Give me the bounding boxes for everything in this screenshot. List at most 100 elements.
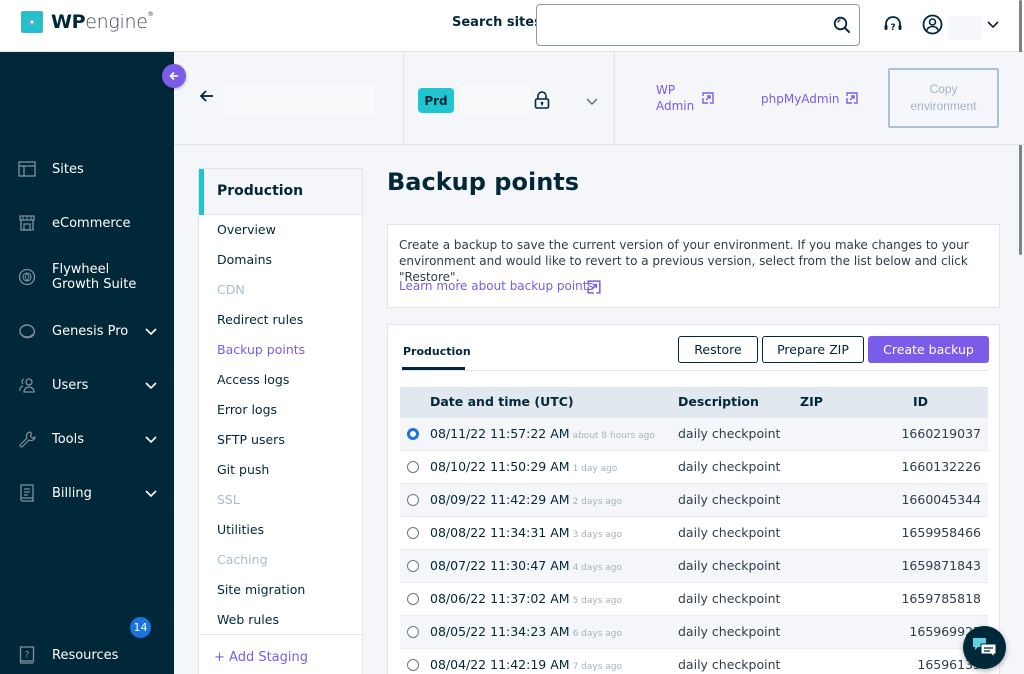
sidebar-item-label: eCommerce	[52, 215, 131, 231]
sidebar: Sites eCommerce Flywheel Growth Suite Gen…	[0, 52, 174, 674]
restore-button[interactable]: Restore	[678, 336, 758, 363]
add-staging-link[interactable]: + Add Staging	[214, 650, 308, 665]
chat-bubbles-icon	[972, 637, 996, 658]
table-row[interactable]: 08/05/22 11:34:23 AM 6 days ago daily chec…	[400, 615, 988, 648]
users-icon	[19, 378, 35, 393]
sidebar-item-users[interactable]: Users	[0, 365, 174, 405]
row-datetime: 08/06/22 11:37:02 AM 5 days ago	[430, 591, 623, 606]
row-relative-time: about 8 hours ago	[572, 431, 655, 441]
chevron-down-icon[interactable]	[144, 378, 158, 392]
external-link-icon	[702, 92, 714, 104]
page-title: Backup points	[387, 168, 580, 196]
sidebar-item-resources[interactable]: ? Resources	[0, 635, 174, 674]
book-help-icon: ?	[19, 646, 35, 664]
sidebar-item-sites[interactable]: Sites	[0, 149, 174, 189]
environment-switcher-chevron-icon[interactable]	[585, 94, 599, 108]
sidebar-item-flywheel-growth-suite[interactable]: Flywheel Growth Suite	[0, 257, 174, 297]
table-row[interactable]: 08/10/22 11:50:29 AM 1 day ago daily check…	[400, 450, 988, 483]
row-id: 1659958466	[901, 525, 981, 540]
tab-divider	[402, 370, 988, 371]
tab-production[interactable]: Production	[403, 345, 471, 358]
header-divider	[403, 52, 404, 145]
phpmyadmin-link[interactable]: phpMyAdmin	[761, 91, 840, 107]
table-row[interactable]: 08/04/22 11:42:19 AM 7 days ago daily chec…	[400, 648, 988, 674]
row-select-radio[interactable]	[407, 593, 419, 605]
row-id: 1660045344	[901, 492, 981, 507]
user-name-redacted	[948, 16, 982, 40]
subnav-heading-label: Production	[217, 183, 304, 199]
subnav-item-backup-points[interactable]: Backup points	[217, 342, 305, 357]
copy-environment-button[interactable]: Copy environment	[888, 68, 999, 128]
search-sites-field[interactable]	[536, 4, 860, 46]
table-header: Date and time (UTC) Description ZIP ID	[400, 387, 988, 417]
sidebar-item-ecommerce[interactable]: eCommerce	[0, 203, 174, 243]
subnav-item-error-logs[interactable]: Error logs	[217, 402, 277, 417]
row-select-radio[interactable]	[407, 428, 419, 440]
user-circle-icon[interactable]	[922, 14, 943, 35]
chevron-down-icon[interactable]	[986, 17, 1000, 31]
chevron-down-icon[interactable]	[144, 324, 158, 338]
row-relative-time: 2 days ago	[572, 497, 623, 507]
row-select-radio[interactable]	[407, 461, 419, 473]
chat-button[interactable]	[963, 626, 1006, 669]
search-icon[interactable]	[833, 16, 851, 34]
sidebar-item-genesis-pro[interactable]: Genesis Pro	[0, 311, 174, 351]
table-row[interactable]: 08/06/22 11:37:02 AM 5 days ago daily chec…	[400, 582, 988, 615]
logo-text: WPengine®	[51, 11, 154, 33]
table-row[interactable]: 08/09/22 11:42:29 AM 2 days ago daily chec…	[400, 483, 988, 516]
row-relative-time: 3 days ago	[572, 530, 623, 540]
row-relative-time: 4 days ago	[572, 563, 623, 573]
table-row[interactable]: 08/08/22 11:34:31 AM 3 days ago daily chec…	[400, 516, 988, 549]
back-arrow-icon[interactable]	[199, 88, 215, 104]
row-id: 1659871843	[901, 558, 981, 573]
chevron-down-icon[interactable]	[144, 486, 158, 500]
subnav-item-domains[interactable]: Domains	[217, 252, 272, 267]
prepare-zip-button[interactable]: Prepare ZIP	[762, 336, 864, 363]
subnav-item-overview[interactable]: Overview	[217, 222, 276, 237]
svg-text:?: ?	[25, 651, 30, 661]
subnav-item-git-push[interactable]: Git push	[217, 462, 269, 477]
row-description: daily checkpoint	[678, 624, 781, 639]
row-id: 1660219037	[901, 426, 981, 441]
store-icon	[19, 215, 35, 231]
row-relative-time: 1 day ago	[572, 464, 618, 474]
row-select-radio[interactable]	[407, 527, 419, 539]
help-headset-icon[interactable]: ?	[883, 14, 903, 36]
table-row[interactable]: 08/11/22 11:57:22 AM about 8 hours ago dai…	[400, 417, 988, 450]
row-select-radio[interactable]	[407, 626, 419, 638]
row-description: daily checkpoint	[678, 459, 781, 474]
lock-icon	[534, 91, 550, 109]
sidebar-item-label: Genesis Pro	[52, 323, 129, 339]
arrow-left-icon	[169, 71, 178, 81]
subnav-item-access-logs[interactable]: Access logs	[217, 372, 289, 387]
row-id: 1660132226	[901, 459, 981, 474]
row-relative-time: 7 days ago	[572, 662, 623, 672]
subnav-item-site-migration[interactable]: Site migration	[217, 582, 305, 597]
row-select-radio[interactable]	[407, 494, 419, 506]
subnav-item-redirect-rules[interactable]: Redirect rules	[217, 312, 303, 327]
row-select-radio[interactable]	[407, 659, 419, 671]
logo-mark-icon	[21, 11, 43, 33]
backup-info-box: Create a backup to save the current vers…	[387, 224, 1000, 308]
sidebar-item-tools[interactable]: Tools	[0, 419, 174, 459]
column-header-zip: ZIP	[800, 394, 823, 409]
learn-more-link[interactable]: Learn more about backup points	[399, 279, 594, 293]
subnav-item-web-rules[interactable]: Web rules	[217, 612, 279, 627]
row-select-radio[interactable]	[407, 560, 419, 572]
wp-engine-logo[interactable]: WPengine®	[21, 11, 154, 33]
collapse-sidebar-button[interactable]	[162, 64, 186, 88]
backup-points-table: Date and time (UTC) Description ZIP ID 0…	[400, 387, 988, 674]
search-input[interactable]	[547, 5, 827, 45]
wp-admin-link[interactable]: WP Admin	[656, 82, 694, 114]
row-relative-time: 6 days ago	[572, 629, 623, 639]
create-backup-button[interactable]: Create backup	[868, 336, 989, 363]
row-datetime: 08/08/22 11:34:31 AM 3 days ago	[430, 525, 623, 540]
chevron-down-icon[interactable]	[144, 432, 158, 446]
active-env-indicator	[199, 169, 204, 215]
sidebar-item-billing[interactable]: Billing	[0, 473, 174, 513]
table-row[interactable]: 08/07/22 11:30:47 AM 4 days ago daily chec…	[400, 549, 988, 582]
genesis-icon	[19, 324, 36, 339]
subnav-item-utilities[interactable]: Utilities	[217, 522, 264, 537]
sidebar-item-label: Billing	[52, 485, 92, 501]
subnav-item-sftp-users[interactable]: SFTP users	[217, 432, 285, 447]
